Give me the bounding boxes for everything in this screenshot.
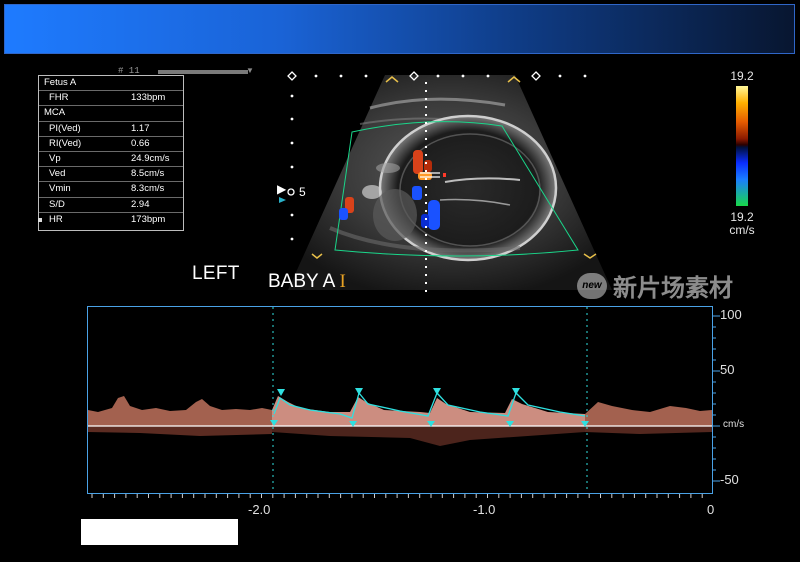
y-tick-label: -50 [720, 472, 739, 487]
x-axis-ticks [91, 494, 703, 498]
x-tick-label: 0 [707, 502, 715, 517]
x-tick-label: -1.0 [473, 502, 496, 517]
cycle-markers [272, 307, 588, 493]
y-axis-unit: cm/s [723, 419, 745, 430]
y-tick-label: 100 [720, 307, 742, 322]
white-label-bar [81, 519, 238, 545]
x-tick-label: -2.0 [248, 502, 271, 517]
y-tick-label: 50 [720, 362, 735, 377]
spectral-doppler-trace [88, 307, 720, 498]
spectral-waveform [88, 396, 712, 446]
peak-markers [277, 388, 520, 396]
y-axis-ticks [712, 315, 720, 482]
